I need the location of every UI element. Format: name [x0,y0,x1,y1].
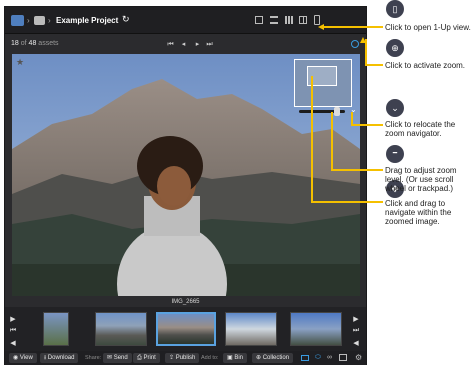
filmstrip-thumbnail[interactable] [95,312,147,346]
connector-line [365,64,383,66]
annotation-relocate: Click to relocate the zoom navigator. [385,120,456,138]
first-asset-icon[interactable]: ⏮ [166,41,175,49]
zoom-slider-handle[interactable] [334,107,340,116]
compare-view-icon[interactable] [301,355,309,361]
total-count: 48 [28,40,37,47]
filmstrip-thumbnail[interactable] [225,312,277,346]
annotation-zoom-level: Drag to adjust zoom level. (Or use scrol… [385,166,457,193]
publish-icon: ⇪ [169,355,175,361]
eye-icon: ◉ [13,355,19,361]
one-up-callout-icon: ▯ [386,0,404,18]
filmstrip-first-icon[interactable]: ⏮ [8,327,18,335]
connector-line [331,112,333,170]
filmstrip-last-icon[interactable]: ⏭ [351,327,361,335]
connector-line [311,201,383,203]
print-button[interactable]: ⎙ Print [133,353,160,363]
file-name: IMG_2665 [171,299,200,305]
bin-button[interactable]: ▣ Bin [223,353,248,363]
annotation-navigate: Click and drag to navigate within the zo… [385,199,452,226]
add-to-label: Add to: [201,355,219,361]
current-index: 18 [11,40,19,47]
refresh-icon[interactable]: ↻ [122,14,130,25]
zoom-navigator[interactable] [294,59,352,107]
top-bar: › › Example Project ↻ [5,7,366,34]
filmstrip-next-icon[interactable]: ▶ [351,315,361,323]
bin-icon: ▣ [227,355,233,361]
asset-count-row: 18 of 48 assets ⏮ ◂ ▸ ⏭ [5,35,366,55]
link-icon[interactable]: ∞ [327,354,332,361]
large-grid-view-icon[interactable] [299,16,307,24]
filmstrip-thumbnail-selected[interactable] [156,312,216,346]
monitor-icon[interactable] [339,354,347,361]
view-button[interactable]: ◉ View [9,353,37,363]
share-label: Share: [85,355,102,361]
connector-line [323,26,383,28]
bottom-toolbar: ◉ View ⭳ Download Share: ✉ Send ⎙ Print … [5,351,366,365]
chevron-right-icon: › [27,16,30,25]
relocate-callout-icon: ⌄ [386,99,404,117]
asset-count: 18 of 48 assets [11,40,59,47]
print-icon: ⎙ [137,355,142,361]
connector-line [331,169,383,171]
next-asset-icon[interactable]: ▸ [193,41,202,49]
download-icon: ⭳ [44,355,47,361]
bin-label: Bin [234,355,244,361]
collection-label: Collection [262,355,290,361]
download-button[interactable]: ⭳ Download [40,353,79,363]
collection-button[interactable]: ⊕ Collection [252,353,294,363]
arrowhead-icon [360,37,366,43]
settings-icon[interactable]: ⚙ [355,353,362,362]
previous-asset-icon[interactable]: ◂ [179,41,188,49]
connector-line [351,124,383,126]
collection-icon: ⊕ [256,355,262,361]
publish-button[interactable]: ⇪ Publish [165,353,200,363]
print-label: Print [143,355,156,361]
logo-icon[interactable] [11,15,24,26]
connector-line [311,76,313,202]
filmstrip-thumbnail[interactable] [290,312,342,346]
count-unit: assets [38,40,59,47]
project-title[interactable]: Example Project [56,16,118,25]
zoom-icon[interactable] [351,40,359,48]
view-label: View [19,355,33,361]
send-button[interactable]: ✉ Send [103,353,132,363]
star-icon[interactable]: ★ [16,57,24,68]
arrowhead-icon [318,24,324,30]
folder-icon[interactable] [34,16,45,25]
filmstrip-thumbnail[interactable] [43,312,69,346]
annotation-one-up: Click to open 1-Up view. [385,23,471,32]
count-of: of [20,40,27,47]
list-view-icon[interactable] [270,16,278,24]
last-asset-icon[interactable]: ⏭ [205,41,214,49]
filmstrip-prev-icon[interactable]: ◀ [8,339,18,347]
send-icon: ✉ [107,355,113,361]
filmstrip: ▶ ⏮ ◀ ▶ ⏭ ◀ [5,307,366,351]
zoom-slider-callout-icon: ━ [386,145,404,163]
tag-icon[interactable]: ⬭ [315,354,321,362]
filmstrip-down-icon[interactable]: ◀ [351,339,361,347]
publish-label: Publish [175,355,196,361]
download-label: Download [47,355,75,361]
annotation-zoom: Click to activate zoom. [385,61,466,70]
send-label: Send [113,355,128,361]
chevron-right-icon: › [48,16,51,25]
grid-view-icon[interactable] [285,16,293,24]
zoom-callout-icon: ⊕ [386,39,404,57]
filmstrip-up-icon[interactable]: ▶ [8,315,18,323]
filter-icon[interactable] [255,16,263,24]
